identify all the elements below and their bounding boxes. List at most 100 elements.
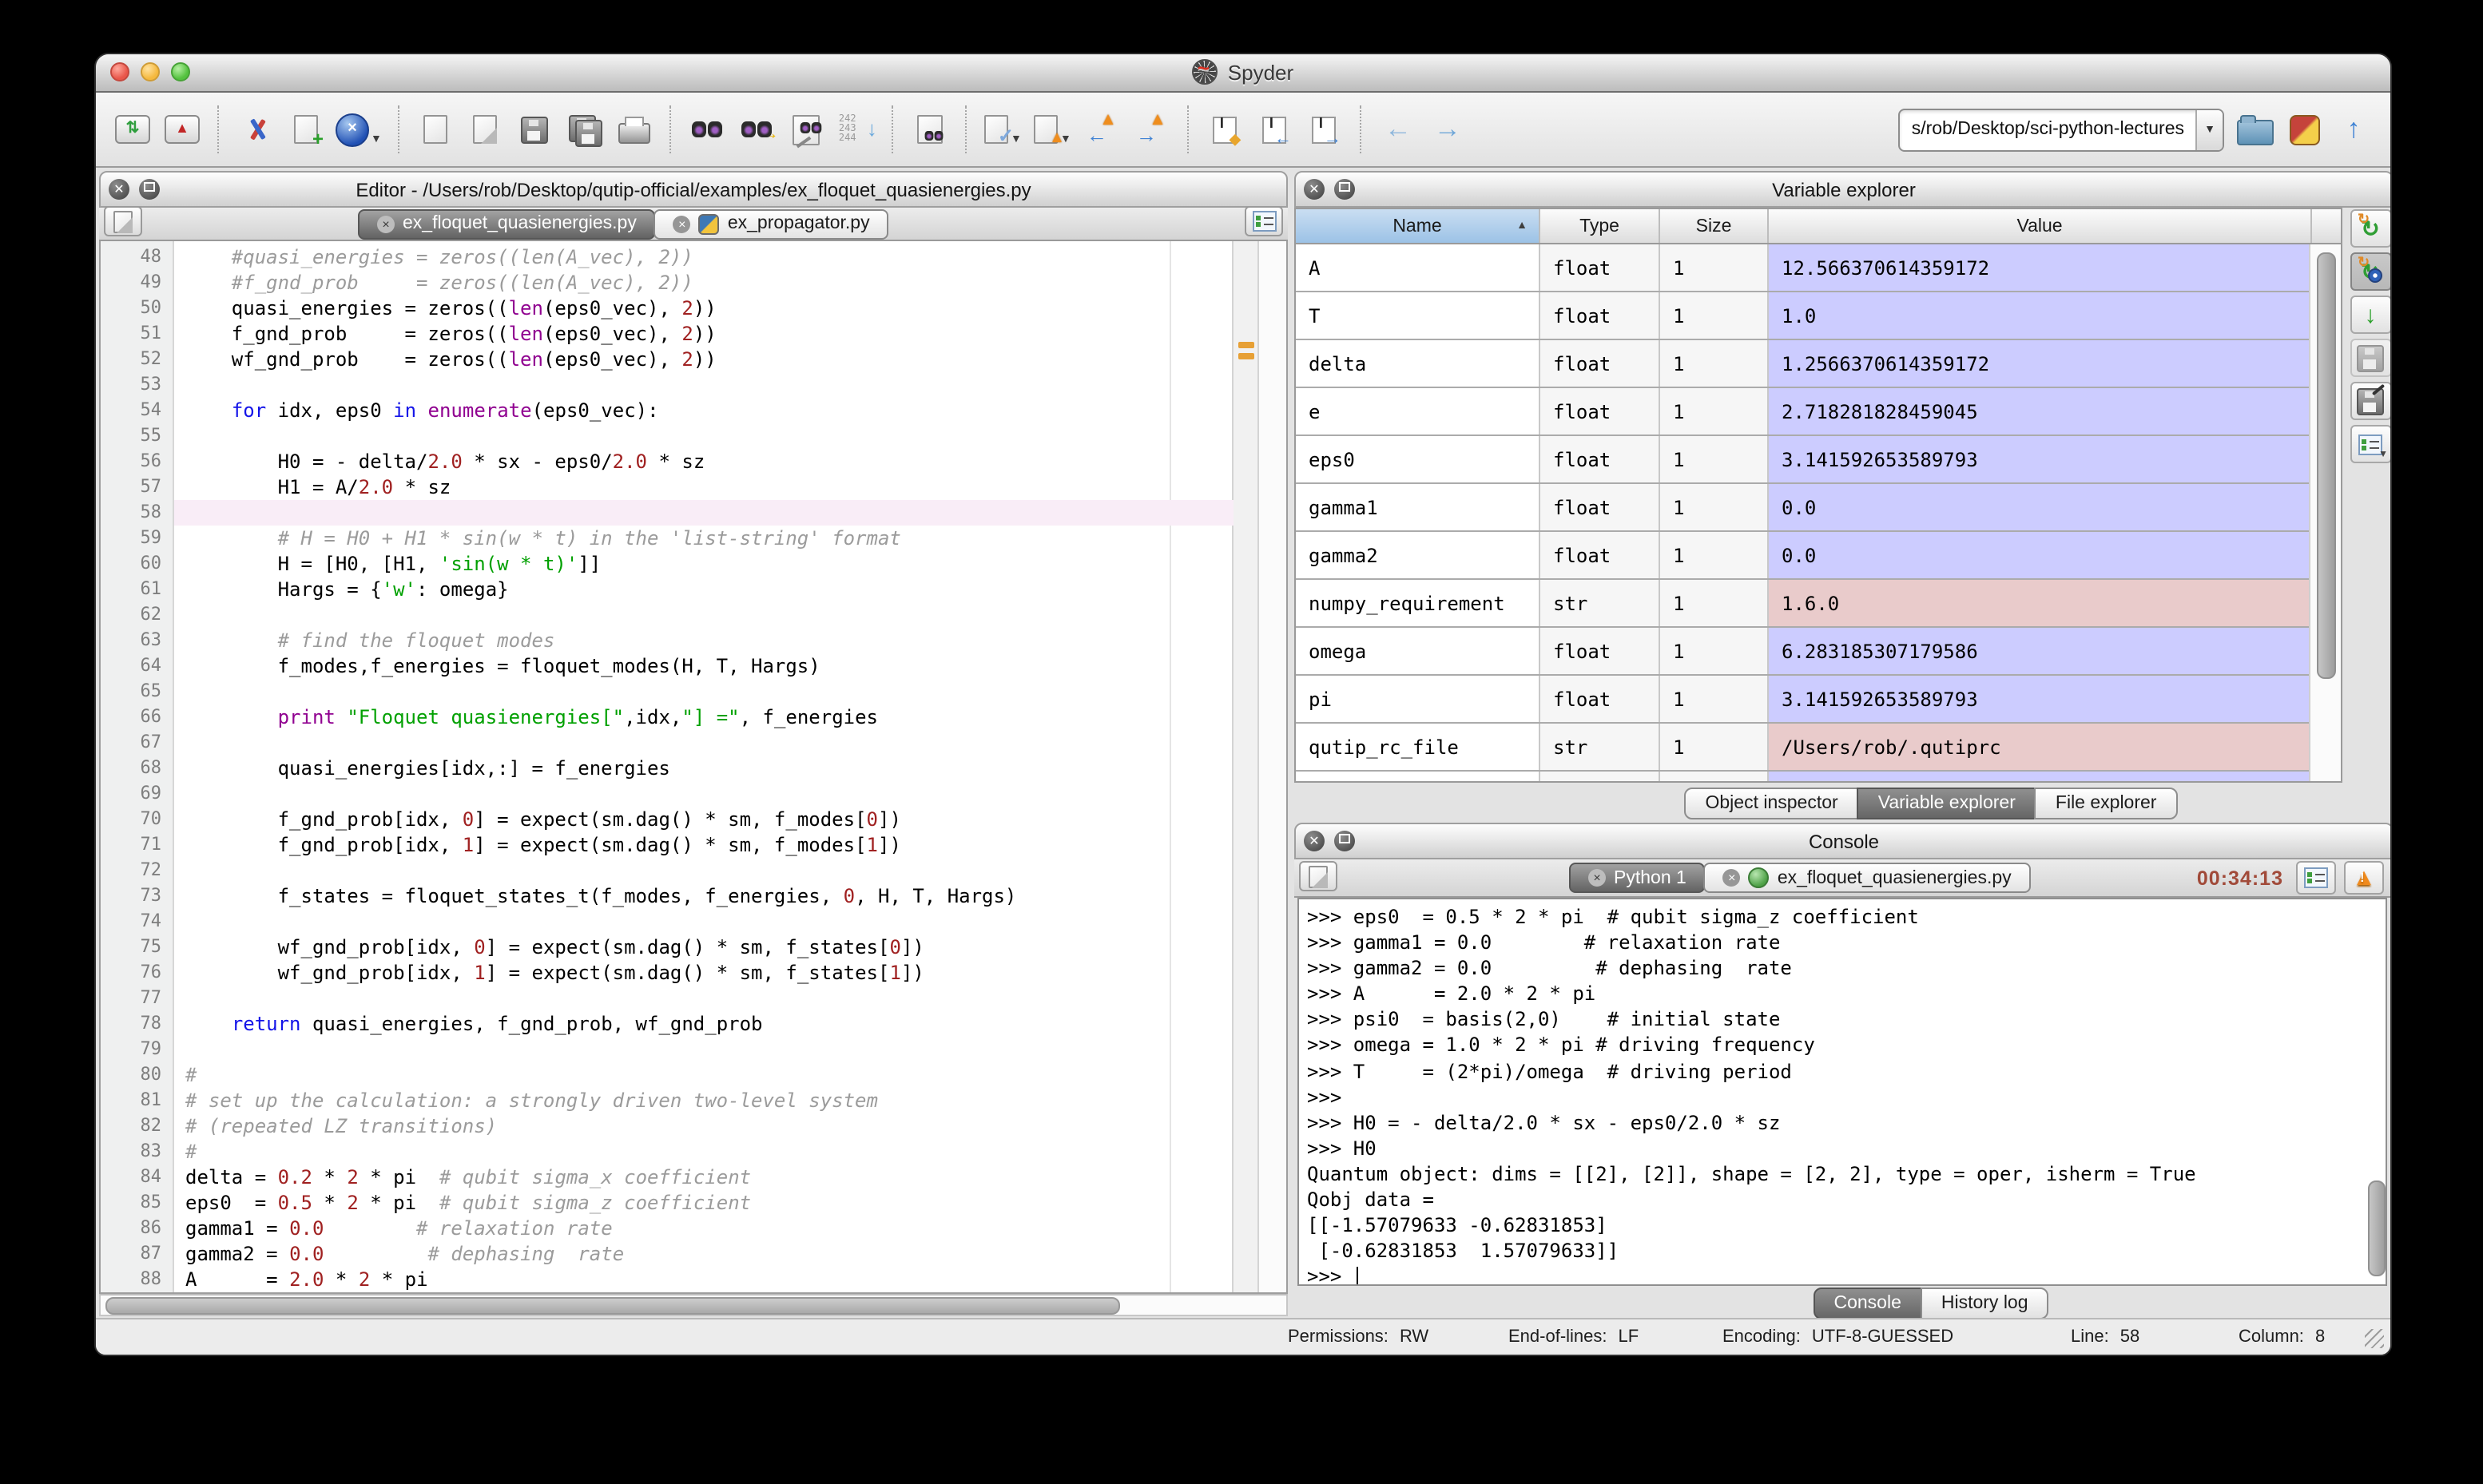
table-row[interactable]: Afloat112.566370614359172 [1296, 244, 2341, 292]
undock-pane-icon[interactable] [1334, 831, 1355, 851]
code-line[interactable]: 55 [101, 423, 1286, 449]
column-header-name[interactable]: Name▲ [1296, 209, 1540, 243]
code-line[interactable]: 48 #quasi_energies = zeros((len(A_vec), … [101, 244, 1286, 270]
undock-pane-icon[interactable] [139, 179, 160, 200]
auto-refresh-button[interactable]: ↻ [2350, 252, 2391, 291]
goto-line-button[interactable]: 242243244↓ [837, 102, 876, 157]
code-line[interactable]: 50 quasi_energies = zeros((len(eps0_vec)… [101, 296, 1286, 321]
previous-warning-button[interactable]: ▲← [1083, 102, 1122, 157]
maximize-pane-button[interactable]: ▲ [163, 102, 201, 157]
table-row[interactable]: eps0float13.141592653589793 [1296, 436, 2341, 484]
find-symbol-button[interactable] [911, 102, 949, 157]
code-line[interactable]: 66 print "Floquet quasienergies[",idx,"]… [101, 704, 1286, 730]
find-in-files-button[interactable] [788, 102, 826, 157]
code-line[interactable]: 72 [101, 858, 1286, 883]
close-pane-icon[interactable]: ✕ [1304, 179, 1325, 200]
code-line[interactable]: 53 [101, 372, 1286, 398]
code-line[interactable]: 70 f_gnd_prob[idx, 0] = expect(sm.dag() … [101, 807, 1286, 832]
tab-variable-explorer[interactable]: Variable explorer [1857, 787, 2036, 819]
show-warnings-button[interactable]: ▲ [2344, 861, 2384, 895]
code-line[interactable]: 60 H = [H0, [H1, 'sin(w * t)']] [101, 551, 1286, 577]
new-file-button[interactable] [417, 102, 455, 157]
column-header-value[interactable]: Value [1769, 209, 2312, 243]
code-line[interactable]: 86gamma1 = 0.0 # relaxation rate [101, 1216, 1286, 1241]
code-line[interactable]: 81# set up the calculation: a strongly d… [101, 1088, 1286, 1113]
code-line[interactable]: 52 wf_gnd_prob = zeros((len(eps0_vec), 2… [101, 347, 1286, 372]
code-line[interactable]: 87gamma2 = 0.0 # dephasing rate [101, 1241, 1286, 1267]
table-row[interactable]: numpy_requirementstr11.6.0 [1296, 580, 2341, 628]
code-line[interactable]: 74 [101, 909, 1286, 934]
code-line[interactable]: 84delta = 0.2 * 2 * pi # qubit sigma_x c… [101, 1165, 1286, 1190]
table-row[interactable]: Tfloat11.0 [1296, 292, 2341, 340]
back-button[interactable]: ← [1379, 102, 1417, 157]
code-line[interactable]: 49 #f_gnd_prob = zeros((len(A_vec), 2)) [101, 270, 1286, 296]
scrollbar-thumb[interactable] [105, 1297, 1120, 1315]
code-line[interactable]: 82# (repeated LZ transitions) [101, 1113, 1286, 1139]
tab-console-file[interactable]: × ex_floquet_quasienergies.py [1704, 863, 2031, 893]
code-line[interactable]: 65 [101, 679, 1286, 704]
code-line[interactable]: 76 wf_gnd_prob[idx, 1] = expect(sm.dag()… [101, 960, 1286, 986]
code-line[interactable]: 58 [101, 500, 1286, 526]
code-line[interactable]: 69 [101, 781, 1286, 807]
column-header-size[interactable]: Size [1660, 209, 1769, 243]
parent-directory-button[interactable]: ↑ [2334, 102, 2373, 157]
code-line[interactable]: 51 f_gnd_prob = zeros((len(eps0_vec), 2)… [101, 321, 1286, 347]
code-line[interactable]: 83# [101, 1139, 1286, 1165]
console-output[interactable]: >>> eps0 = 0.5 * 2 * pi # qubit sigma_z … [1297, 898, 2387, 1286]
find-replace-button[interactable]: → [738, 102, 777, 157]
table-row[interactable]: omegafloat16.283185307179586 [1296, 628, 2341, 676]
new-file-plus-button[interactable]: + [286, 102, 324, 157]
open-file-button[interactable] [467, 102, 505, 157]
code-line[interactable]: 80# [101, 1062, 1286, 1088]
code-line[interactable]: 56 H0 = - delta/2.0 * sx - eps0/2.0 * sz [101, 449, 1286, 474]
close-pane-icon[interactable]: ✕ [1304, 831, 1325, 851]
find-button[interactable] [689, 102, 727, 157]
re-run-cell-button[interactable]: → [1305, 102, 1344, 157]
close-tab-icon[interactable]: × [377, 215, 395, 232]
code-line[interactable]: 67 [101, 730, 1286, 756]
tab-history-log[interactable]: History log [1921, 1288, 2049, 1319]
table-row[interactable]: efloat12.718281828459045 [1296, 388, 2341, 436]
scrollbar-thumb[interactable] [2317, 252, 2336, 679]
code-line[interactable]: 71 f_gnd_prob[idx, 1] = expect(sm.dag() … [101, 832, 1286, 858]
code-line[interactable]: 88A = 2.0 * 2 * pi [101, 1267, 1286, 1292]
layout-button[interactable]: ⇅ [113, 102, 152, 157]
code-line[interactable]: 79 [101, 1037, 1286, 1062]
title-bar[interactable]: Spyder [96, 54, 2390, 93]
variable-table-scrollbar[interactable] [2309, 244, 2341, 781]
table-row[interactable]: pifloat13.141592653589793 [1296, 676, 2341, 724]
editor-horizontal-scrollbar[interactable] [99, 1294, 1288, 1316]
refresh-button[interactable]: ↻ [2350, 209, 2391, 248]
open-folder-button[interactable] [2235, 102, 2274, 157]
code-line[interactable]: 59 # H = H0 + H1 * sin(w * t) in the 'li… [101, 526, 1286, 551]
console-options-button[interactable] [2296, 861, 2336, 895]
run-cell-advance-button[interactable]: ← [1256, 102, 1294, 157]
save-button[interactable] [516, 102, 554, 157]
options-button[interactable]: ▼ [2350, 425, 2391, 463]
preferences-button[interactable]: ×▼ [336, 102, 382, 157]
working-directory-combo[interactable]: s/rob/Desktop/sci-python-lectures ▼ [1899, 108, 2224, 151]
table-row[interactable]: qutip_rc_filestr1/Users/rob/.qutiprc [1296, 724, 2341, 772]
code-line[interactable]: 77 [101, 986, 1286, 1011]
code-line[interactable]: 62 [101, 602, 1286, 628]
tab-object-inspector[interactable]: Object inspector [1685, 787, 1859, 819]
tab-ex-propagator[interactable]: × ex_propagator.py [654, 208, 889, 239]
todo-list-button[interactable]: ▲▼ [1034, 102, 1072, 157]
code-line[interactable]: 75 wf_gnd_prob[idx, 0] = expect(sm.dag()… [101, 934, 1286, 960]
code-line[interactable]: 64 f_modes,f_energies = floquet_modes(H,… [101, 653, 1286, 679]
table-row[interactable]: deltafloat11.2566370614359172 [1296, 340, 2341, 388]
column-header-type[interactable]: Type [1540, 209, 1660, 243]
import-data-button[interactable]: ↓ [2350, 296, 2391, 334]
tab-file-explorer[interactable]: File explorer [2035, 787, 2178, 819]
undock-pane-icon[interactable] [1334, 179, 1355, 200]
print-button[interactable] [615, 102, 654, 157]
tab-console[interactable]: Console [1813, 1288, 1921, 1319]
forward-button[interactable]: → [1428, 102, 1467, 157]
resize-grip-icon[interactable] [2365, 1329, 2384, 1348]
browse-tabs-button[interactable] [1299, 861, 1337, 891]
close-tab-icon[interactable]: × [1588, 869, 1606, 887]
outline-button[interactable] [1245, 206, 1283, 236]
tab-ex-floquet-quasienergies[interactable]: × ex_floquet_quasienergies.py [358, 208, 656, 239]
close-tab-icon[interactable]: × [673, 215, 691, 232]
code-line[interactable]: 63 # find the floquet modes [101, 628, 1286, 653]
